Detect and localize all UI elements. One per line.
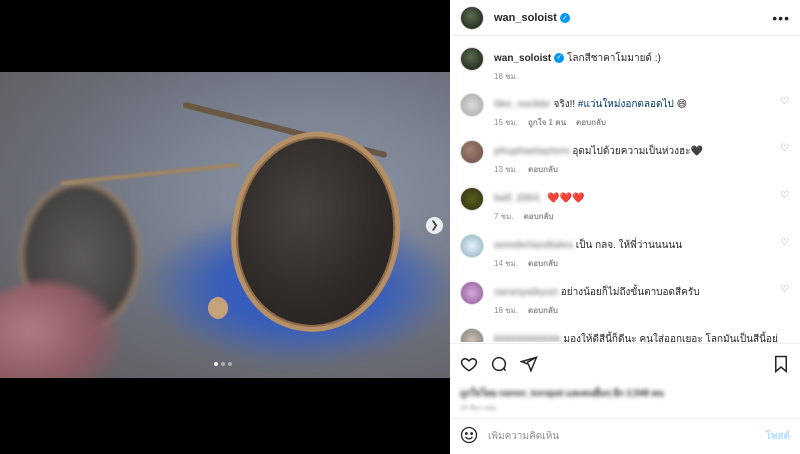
comment-username[interactable]: tiko_nookkr [494,99,551,110]
emoji-icon[interactable] [460,426,478,447]
carousel-dot [214,362,218,366]
avatar[interactable] [460,93,484,117]
list-item: tiko_nookkr จริง!! #แว่นใหม่งอกตลอดไป 😄 … [460,93,790,129]
reply-button[interactable]: ตอบกลับ [528,304,558,317]
carousel-dots [214,362,232,366]
share-icon[interactable] [520,355,538,373]
avatar[interactable] [460,281,484,305]
photo-hinge [208,297,228,319]
comment-text: อย่างน้อยก็ไม่ถึงขั้นตาบอดสีครับ [560,287,700,298]
comment-text: ❤️❤️❤️ [547,193,585,204]
avatar[interactable] [460,140,484,164]
likes-summary[interactable]: ถูกใจโดย nanon_korapat และคนอื่นๆ อีก 2,… [460,386,790,400]
caption-text: โลกสีชาคาโมมายด์ :) [567,53,661,64]
comment-username[interactable]: phuphaetaytorn [494,146,570,157]
heart-icon[interactable]: ♡ [780,97,790,107]
list-item: ball_2004_ ❤️❤️❤️ 7 ชม. ตอบกลับ ♡ [460,187,790,223]
comment-username[interactable]: kkkkkkkkkkkk [494,334,561,342]
verified-badge-icon: ✓ [554,53,565,64]
comment-time[interactable]: 13 ชม. [494,163,518,176]
post-date[interactable]: 14 ธันวาคม [460,403,790,414]
chevron-right-icon: ❯ [430,220,439,231]
comment-time[interactable]: 15 ชม. [494,116,518,129]
verified-badge-icon: ✓ [559,12,570,23]
reply-button[interactable]: ตอบกลับ [528,257,558,270]
reply-button[interactable]: ตอบกลับ [528,163,558,176]
more-options-icon[interactable]: ••• [772,10,790,26]
comment-hashtag[interactable]: #แว่นใหม่งอกตลอดไป [578,99,674,110]
comment-emoji: 😄 [676,99,688,110]
comment-text: เป็น กลจ. ให้พี่ว่านนนนน [575,240,683,251]
author-username-text[interactable]: wan_soloist [494,12,557,24]
reply-button[interactable]: ตอบกลับ [524,210,554,223]
list-item: wonderlandtales เป็น กลจ. ให้พี่ว่านนนนน… [460,234,790,270]
comment-username[interactable]: ball_2004_ [494,193,545,204]
comment-icon[interactable] [490,355,508,373]
heart-icon[interactable]: ♡ [780,238,790,248]
post-details-panel: wan_soloist ✓ ••• wan_soloist ✓ โลกสีชาคาโ… [450,0,800,454]
heart-icon[interactable] [460,355,478,373]
likes-text[interactable]: ถูกใจโดย nanon_korapat และคนอื่นๆ อีก 2,… [460,388,664,398]
comment-likes[interactable]: ถูกใจ 1 คน [528,116,566,129]
comments-list: wan_soloist ✓ โลกสีชาคาโมมายด์ :) 18 ชม. … [450,37,800,342]
comment-text: จริง!! [553,99,578,110]
comment-time[interactable]: 18 ชม. [494,304,518,317]
comment-input[interactable] [488,431,766,442]
avatar[interactable] [460,187,484,211]
comment-username[interactable]: saranyaikyun [494,287,558,298]
post-comment-button[interactable]: โพสต์ [765,429,790,444]
comment-text: อุดมไปด้วยความเป็นห่วงฮะ🖤 [572,146,703,157]
comment-username[interactable]: wonderlandtales [494,240,573,251]
carousel-dot [221,362,225,366]
caption: wan_soloist ✓ โลกสีชาคาโมมายด์ :) 18 ชม. [460,47,790,83]
avatar[interactable] [460,328,484,342]
comment-time[interactable]: 7 ชม. [494,210,514,223]
heart-icon[interactable]: ♡ [780,191,790,201]
post-photo[interactable] [0,72,450,378]
list-item: saranyaikyun อย่างน้อยก็ไม่ถึงขั้นตาบอดส… [460,281,790,317]
media-viewer: ❯ [0,0,450,454]
photo-arm-blurred [60,162,240,186]
avatar[interactable] [460,47,484,71]
caption-username[interactable]: wan_soloist [494,53,551,64]
post-header: wan_soloist ✓ ••• [450,0,800,36]
add-comment-bar: โพสต์ [450,418,800,454]
avatar[interactable] [460,234,484,258]
carousel-next-button[interactable]: ❯ [426,217,443,234]
bookmark-icon[interactable] [772,355,790,373]
caption-time[interactable]: 18 ชม. [494,70,518,83]
post-modal: ❯ wan_soloist ✓ ••• wan_soloist ✓ โลกสีชาค… [0,0,800,454]
comment-time[interactable]: 14 ชม. [494,257,518,270]
post-actions: ถูกใจโดย nanon_korapat และคนอื่นๆ อีก 2,… [450,343,800,414]
list-item: phuphaetaytorn อุดมไปด้วยความเป็นห่วงฮะ🖤… [460,140,790,176]
heart-icon[interactable]: ♡ [780,144,790,154]
comment-text: มองให้ดีสีนี้ก็ดีนะ คนใส่ออกเยอะ โลกมันเ… [563,334,778,342]
author-username[interactable]: wan_soloist ✓ [494,12,570,24]
list-item: kkkkkkkkkkkk มองให้ดีสีนี้ก็ดีนะ คนใส่ออ… [460,328,790,342]
carousel-dot [228,362,232,366]
reply-button[interactable]: ตอบกลับ [576,116,606,129]
avatar[interactable] [460,5,484,30]
heart-icon[interactable]: ♡ [780,285,790,295]
